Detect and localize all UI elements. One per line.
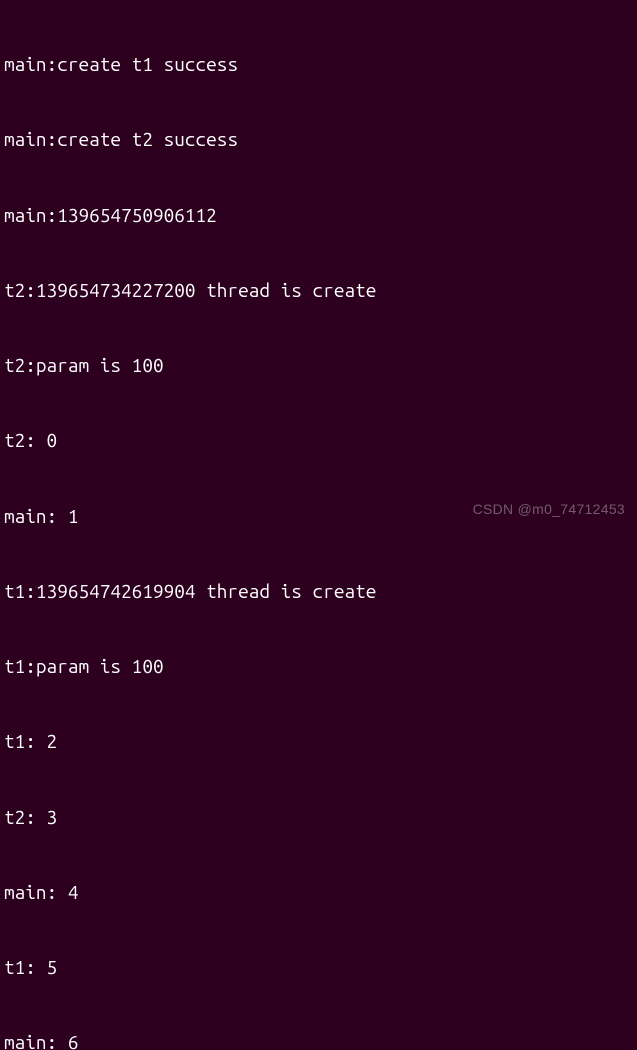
output-line: t2: 3: [4, 805, 633, 830]
watermark-text: CSDN @m0_74712453: [473, 501, 625, 517]
output-line: t2:param is 100: [4, 353, 633, 378]
output-line: t1:139654742619904 thread is create: [4, 579, 633, 604]
output-line: main:create t2 success: [4, 127, 633, 152]
output-line: t1: 2: [4, 729, 633, 754]
output-line: main:create t1 success: [4, 52, 633, 77]
output-line: main: 6: [4, 1030, 633, 1050]
output-line: t1: 5: [4, 955, 633, 980]
output-line: t2:139654734227200 thread is create: [4, 278, 633, 303]
output-line: main:139654750906112: [4, 203, 633, 228]
output-line: main: 4: [4, 880, 633, 905]
terminal-output: main:create t1 success main:create t2 su…: [4, 2, 633, 1050]
output-line: t2: 0: [4, 428, 633, 453]
output-line: t1:param is 100: [4, 654, 633, 679]
